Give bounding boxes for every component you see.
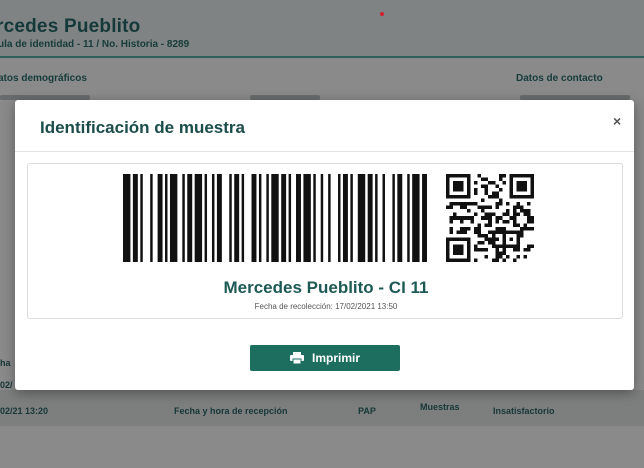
section-contact: Datos de contacto bbox=[516, 73, 603, 84]
patient-header: rcedes Pueblito ula de identidad - 11 / … bbox=[0, 0, 644, 58]
barcode bbox=[123, 174, 427, 262]
patient-subtitle: ula de identidad - 11 / No. Historia - 8… bbox=[0, 39, 190, 50]
sample-identification-modal: Identificación de muestra × Mercedes Pue… bbox=[15, 100, 634, 390]
printer-icon bbox=[289, 352, 304, 364]
table-cell-reception: Fecha y hora de recepción bbox=[174, 406, 288, 416]
close-icon[interactable]: × bbox=[613, 114, 621, 128]
table-cell-test: PAP bbox=[358, 406, 376, 416]
section-demographics: atos demográficos bbox=[0, 73, 87, 84]
table-fragment-header: ha bbox=[0, 358, 11, 368]
table-fragment-cell: 02/ bbox=[0, 380, 13, 390]
modal-title: Identificación de muestra bbox=[40, 118, 245, 137]
status-indicator-dot bbox=[380, 12, 384, 16]
print-button[interactable]: Imprimir bbox=[250, 345, 400, 371]
samples-table: 02/21 13:20 Fecha y hora de recepción PA… bbox=[0, 390, 644, 426]
modal-header: Identificación de muestra × bbox=[15, 100, 634, 152]
table-cell-status: Insatisfactorio bbox=[493, 406, 555, 416]
qr-code bbox=[446, 174, 534, 262]
patient-name: rcedes Pueblito bbox=[0, 16, 141, 37]
print-button-label: Imprimir bbox=[311, 351, 360, 365]
sample-label: Mercedes Pueblito - CI 11 Fecha de recol… bbox=[27, 163, 623, 319]
label-collection-date: Fecha de recolección: 17/02/2021 13:50 bbox=[254, 302, 398, 311]
table-cell-date: 02/21 13:20 bbox=[0, 406, 49, 416]
label-patient-line: Mercedes Pueblito - CI 11 bbox=[223, 278, 429, 297]
tab-samples[interactable]: Muestras bbox=[420, 402, 460, 412]
